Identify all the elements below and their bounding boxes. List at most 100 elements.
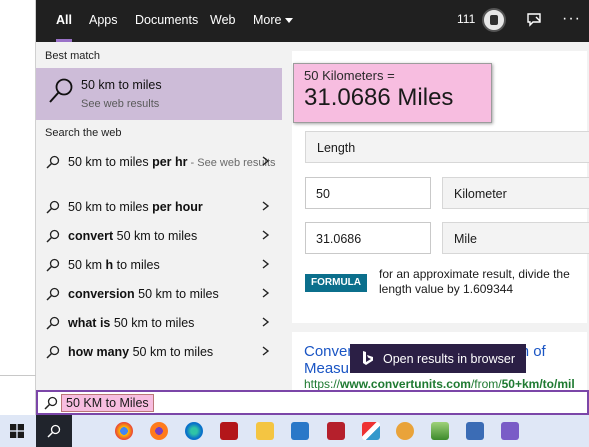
output-unit-dropdown[interactable]: Mile [442, 222, 589, 254]
suggestion-plain: 50 km to miles [68, 200, 153, 214]
tab-more[interactable]: More [253, 0, 294, 42]
search-icon [46, 258, 60, 272]
tab-more-label: More [253, 13, 282, 27]
preview-pane: 50 Kilometers = 31.0686 Miles Length 50 … [290, 42, 589, 391]
suggestion-bold: convert [68, 229, 114, 243]
rewards-points: 111 [457, 12, 476, 26]
suggestion-bold: per hour [152, 200, 203, 214]
photos-icon[interactable] [431, 422, 449, 440]
suggestion-text: what is 50 km to miles [68, 316, 194, 330]
category-value: Length [317, 141, 356, 155]
taskbar [0, 415, 589, 447]
search-icon [44, 396, 58, 410]
app-icon[interactable] [466, 422, 484, 440]
folder-icon[interactable] [256, 422, 274, 440]
tab-documents[interactable]: Documents [135, 0, 198, 42]
formula-badge: FORMULA [305, 274, 367, 292]
suggestion-text: 50 km to miles per hr - See web results [68, 155, 276, 169]
input-unit: Kilometer [454, 187, 507, 201]
unit-converter-card: 50 Kilometers = 31.0686 Miles Length 50 … [292, 51, 589, 323]
chevron-right-icon[interactable] [261, 317, 270, 327]
desktop-background [0, 0, 36, 415]
search-icon [47, 424, 61, 438]
chevron-right-icon[interactable] [261, 201, 270, 211]
output-value-field[interactable]: 31.0686 [305, 222, 431, 254]
best-match-item[interactable]: 50 km to miles See web results [36, 68, 282, 120]
best-match-title: 50 km to miles [81, 78, 162, 92]
windows-start-icon[interactable] [10, 424, 24, 438]
suggestion-plain: 50 km to miles [110, 316, 195, 330]
search-box[interactable]: 50 KM to Miles [36, 390, 589, 415]
conversion-to: 31.0686 Miles [304, 84, 454, 111]
category-dropdown[interactable]: Length [305, 131, 589, 163]
tab-all[interactable]: All [56, 0, 72, 42]
notepad-icon[interactable] [501, 422, 519, 440]
output-value: 31.0686 [316, 232, 362, 246]
suggestion-bold: h [105, 258, 114, 272]
suggestion-text: how many 50 km to miles [68, 345, 213, 359]
suggestion-bold: what is [68, 316, 111, 330]
search-input[interactable]: 50 KM to Miles [61, 394, 154, 412]
input-value-field[interactable]: 50 [305, 177, 431, 209]
chevron-right-icon[interactable] [261, 288, 270, 298]
suggestion-item[interactable]: 50 km to miles per hr - See web results [36, 148, 282, 190]
open-results-in-browser-button[interactable]: Open results in browser [350, 344, 526, 373]
suggestion-item[interactable]: what is 50 km to miles [36, 309, 282, 337]
search-icon [46, 200, 60, 214]
url-prefix: https:// [304, 377, 341, 391]
suggestion-item[interactable]: 50 km to miles per hour [36, 193, 282, 221]
suggestion-item[interactable]: conversion 50 km to miles [36, 280, 282, 308]
chevron-right-icon[interactable] [261, 230, 270, 240]
results-list-pane: Best match 50 km to miles See web result… [36, 42, 290, 390]
best-match-header: Best match [45, 50, 101, 62]
outlook-icon[interactable] [291, 422, 309, 440]
more-options-icon[interactable]: ··· [562, 10, 581, 28]
input-unit-dropdown[interactable]: Kilometer [442, 177, 589, 209]
web-result-url: https://www.convertunits.com/from/50+km/… [304, 377, 575, 391]
chevron-right-icon[interactable] [261, 156, 270, 166]
tab-web[interactable]: Web [210, 0, 235, 42]
suggestion-item[interactable]: 50 km h to miles [36, 251, 282, 279]
chevron-right-icon[interactable] [261, 346, 270, 356]
feedback-icon[interactable] [524, 10, 544, 30]
suggestion-bold: how many [68, 345, 130, 359]
suggestion-item[interactable]: how many 50 km to miles [36, 338, 282, 366]
app-red-icon[interactable] [327, 422, 345, 440]
chrome-icon[interactable] [115, 422, 133, 440]
search-icon [46, 316, 60, 330]
suggestion-item[interactable]: convert 50 km to miles [36, 222, 282, 250]
suggestion-bold: per hr [152, 155, 188, 169]
filezilla-icon[interactable] [220, 422, 238, 440]
conversion-from: 50 Kilometers = [304, 68, 395, 83]
taskbar-search-button[interactable] [36, 415, 72, 447]
conversion-result: 50 Kilometers = 31.0686 Miles [293, 63, 492, 123]
firefox-icon[interactable] [150, 422, 168, 440]
search-tabs-bar: All Apps Documents Web More 111 ··· [36, 0, 589, 42]
suggestion-text: 50 km h to miles [68, 258, 160, 272]
suggestion-plain: 50 km to miles [68, 155, 153, 169]
bing-icon [363, 351, 373, 365]
open-browser-label: Open results in browser [383, 352, 516, 366]
url-query: 50+km/to/mil [501, 377, 575, 391]
paint-icon[interactable] [362, 422, 380, 440]
suggestion-text: convert 50 km to miles [68, 229, 197, 243]
best-match-subtitle: See web results [81, 98, 160, 110]
search-icon [46, 287, 60, 301]
suggestion-plain: 50 km [68, 258, 106, 272]
suggestion-plain: 50 km to miles [129, 345, 214, 359]
mask-icon[interactable] [396, 422, 414, 440]
suggestion-text: conversion 50 km to miles [68, 287, 219, 301]
suggestion-plain: 50 km to miles [113, 229, 198, 243]
chevron-right-icon[interactable] [261, 259, 270, 269]
search-icon [49, 78, 73, 103]
url-domain: www.convertunits.com [340, 377, 471, 391]
search-icon [46, 155, 60, 169]
tab-apps[interactable]: Apps [89, 0, 118, 42]
web-result-title-start: Conver [304, 343, 353, 360]
rewards-medal-icon[interactable] [482, 8, 506, 32]
suggestion-text: 50 km to miles per hour [68, 200, 203, 214]
url-path: /from/ [470, 377, 502, 391]
output-unit: Mile [454, 232, 477, 246]
suggestion-plain: 50 km to miles [134, 287, 219, 301]
edge-icon[interactable] [185, 422, 203, 440]
